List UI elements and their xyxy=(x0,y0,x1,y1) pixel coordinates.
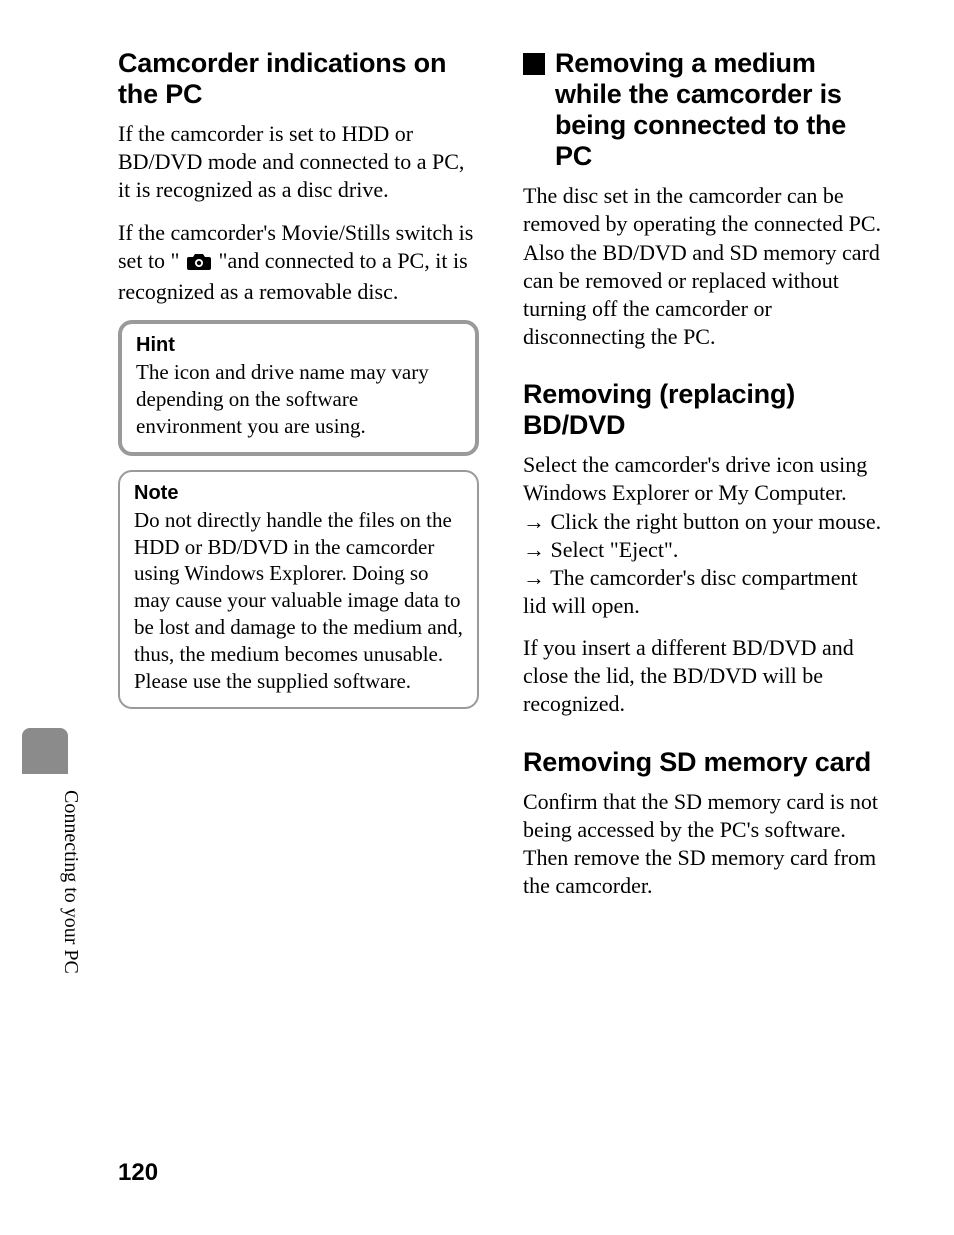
camera-icon xyxy=(185,250,213,278)
heading-camcorder-indications: Camcorder indications on the PC xyxy=(118,48,479,110)
heading-removing-sd-card: Removing SD memory card xyxy=(523,747,884,778)
left-column: Camcorder indications on the PC If the c… xyxy=(118,48,479,914)
heading-text: Removing a medium while the camcorder is… xyxy=(555,48,884,172)
arrow-icon: → xyxy=(523,509,545,534)
paragraph-hdd-bd-dvd: If the camcorder is set to HDD or BD/DVD… xyxy=(118,120,479,204)
paragraph-insert-different-disc: If you insert a different BD/DVD and clo… xyxy=(523,634,884,718)
heading-removing-medium: Removing a medium while the camcorder is… xyxy=(523,48,884,172)
note-label: Note xyxy=(134,482,463,505)
paragraph-remove-sd-card: Confirm that the SD memory card is not b… xyxy=(523,788,884,901)
two-column-layout: Camcorder indications on the PC If the c… xyxy=(0,0,954,914)
step-text: Select "Eject". xyxy=(545,537,678,562)
note-callout: Note Do not directly handle the files on… xyxy=(118,470,479,709)
square-bullet-icon xyxy=(523,53,545,75)
step-text: The camcorder's disc compartment lid wil… xyxy=(523,565,858,618)
right-column: Removing a medium while the camcorder is… xyxy=(523,48,884,914)
hint-body: The icon and drive name may vary dependi… xyxy=(136,359,461,440)
step-text: Click the right button on your mouse. xyxy=(545,509,881,534)
arrow-icon: → xyxy=(523,565,545,590)
heading-removing-bd-dvd: Removing (replacing) BD/DVD xyxy=(523,379,884,441)
note-body: Do not directly handle the files on the … xyxy=(134,507,463,695)
paragraph-movie-stills-switch: If the camcorder's Movie/Stills switch i… xyxy=(118,219,479,306)
page-number: 120 xyxy=(118,1159,158,1187)
step-select-eject: → Select "Eject". xyxy=(523,536,884,564)
paragraph-select-drive-icon: Select the camcorder's drive icon using … xyxy=(523,451,884,507)
side-tab-marker xyxy=(22,728,68,774)
arrow-icon: → xyxy=(523,537,545,562)
side-section-label: Connecting to your PC xyxy=(59,790,82,974)
hint-label: Hint xyxy=(136,334,461,357)
paragraph-disc-removal: The disc set in the camcorder can be rem… xyxy=(523,182,884,351)
hint-callout: Hint The icon and drive name may vary de… xyxy=(118,320,479,456)
manual-page: Camcorder indications on the PC If the c… xyxy=(0,0,954,1235)
step-right-click: → Click the right button on your mouse. xyxy=(523,508,884,536)
step-lid-open: → The camcorder's disc compartment lid w… xyxy=(523,564,884,620)
